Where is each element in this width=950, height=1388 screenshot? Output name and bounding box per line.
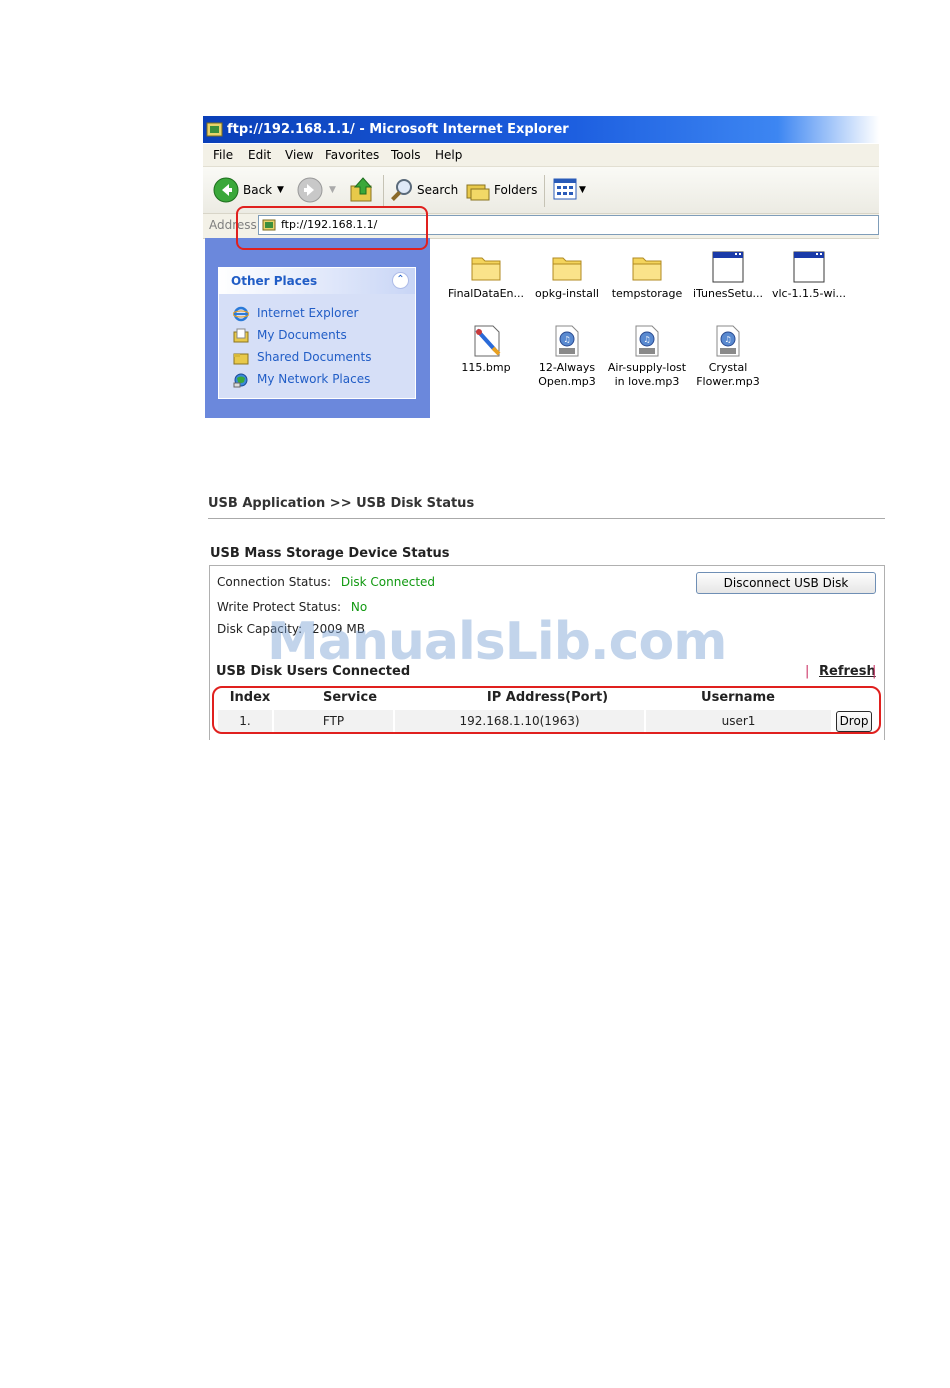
mp3-icon: ♫ [635,325,659,357]
back-dropdown-icon[interactable]: ▼ [277,185,284,195]
up-folder-icon[interactable] [349,176,375,204]
folders-label: Folders [494,183,538,197]
menu-favorites[interactable]: Favorites [325,148,379,162]
users-table-highlight [212,686,881,734]
title-bar: ftp://192.168.1.1/ - Microsoft Internet … [203,116,879,143]
file-name: Crystal Flower.mp3 [696,361,760,388]
forward-arrow-icon [297,177,323,203]
menu-file[interactable]: File [213,148,233,162]
connection-status-row: Connection Status: Disk Connected [217,575,435,589]
application-icon [793,251,825,283]
views-dropdown-icon[interactable]: ▼ [579,185,586,195]
menu-help[interactable]: Help [435,148,462,162]
views-button[interactable]: ▼ [551,167,591,213]
file-name: 115.bmp [461,361,511,374]
menu-bar: File Edit View Favorites Tools Help [203,144,879,167]
folder-icon [552,257,582,281]
collapse-chevron-icon[interactable]: ⌃ [392,272,409,289]
folders-button[interactable]: Folders [465,167,537,213]
folder-icon [471,257,501,281]
file-name: opkg-install [535,287,599,300]
shared-documents-icon [233,353,249,365]
back-label: Back [243,183,273,197]
address-highlight [236,206,428,250]
menu-view[interactable]: View [285,148,313,162]
menu-edit[interactable]: Edit [248,148,271,162]
refresh-link[interactable]: Refresh [819,664,876,679]
connection-status-label: Connection Status: [217,575,331,589]
ftp-folder-icon [206,122,223,137]
window-title: ftp://192.168.1.1/ - Microsoft Internet … [227,122,569,137]
network-places-icon [233,373,248,388]
folders-icon [466,184,490,201]
ie-window: ftp://192.168.1.1/ - Microsoft Internet … [203,116,879,418]
back-arrow-icon [213,177,239,203]
file-name: vlc-1.1.5-wi... [771,287,847,300]
views-icon [553,178,577,200]
refresh-divider: | [805,664,810,679]
refresh-divider: | [872,664,877,679]
place-label: My Network Places [257,372,371,386]
watermark: ManualsLib.com [267,612,727,672]
file-name: Air-supply-lost in love.mp3 [607,361,687,388]
search-label: Search [417,183,459,197]
menu-tools[interactable]: Tools [391,148,421,162]
toolbar-separator [544,175,545,207]
task-pane: Other Places ⌃ Internet Explorer My Docu… [205,238,430,418]
folder-icon [632,257,662,281]
toolbar-separator [383,175,384,207]
other-places-panel: Other Places ⌃ Internet Explorer My Docu… [218,267,416,399]
disconnect-usb-button[interactable]: Disconnect USB Disk [696,572,876,594]
file-name: tempstorage [611,287,683,300]
place-label: Shared Documents [257,350,372,364]
section-title: USB Mass Storage Device Status [210,546,450,561]
my-documents-icon [233,328,249,343]
svg-text:♫: ♫ [563,335,570,344]
other-places-title: Other Places [231,274,318,288]
breadcrumb-divider [208,518,885,519]
svg-text:♫: ♫ [724,335,731,344]
file-name: FinalDataEn... [447,287,525,300]
mp3-icon: ♫ [555,325,579,357]
bitmap-icon [474,325,501,357]
internet-explorer-icon [233,306,249,322]
svg-text:♫: ♫ [643,335,650,344]
application-icon [712,251,744,283]
mp3-icon: ♫ [716,325,740,357]
place-label: My Documents [257,328,347,342]
search-icon [391,179,412,201]
place-label: Internet Explorer [257,306,359,320]
breadcrumb: USB Application >> USB Disk Status [208,496,475,511]
connection-status-value: Disk Connected [340,575,436,589]
forward-dropdown-icon[interactable]: ▼ [329,185,336,195]
file-name: 12-Always Open.mp3 [538,361,596,388]
file-name: iTunesSetu... [692,287,764,300]
other-places-header[interactable]: Other Places ⌃ [219,268,415,294]
